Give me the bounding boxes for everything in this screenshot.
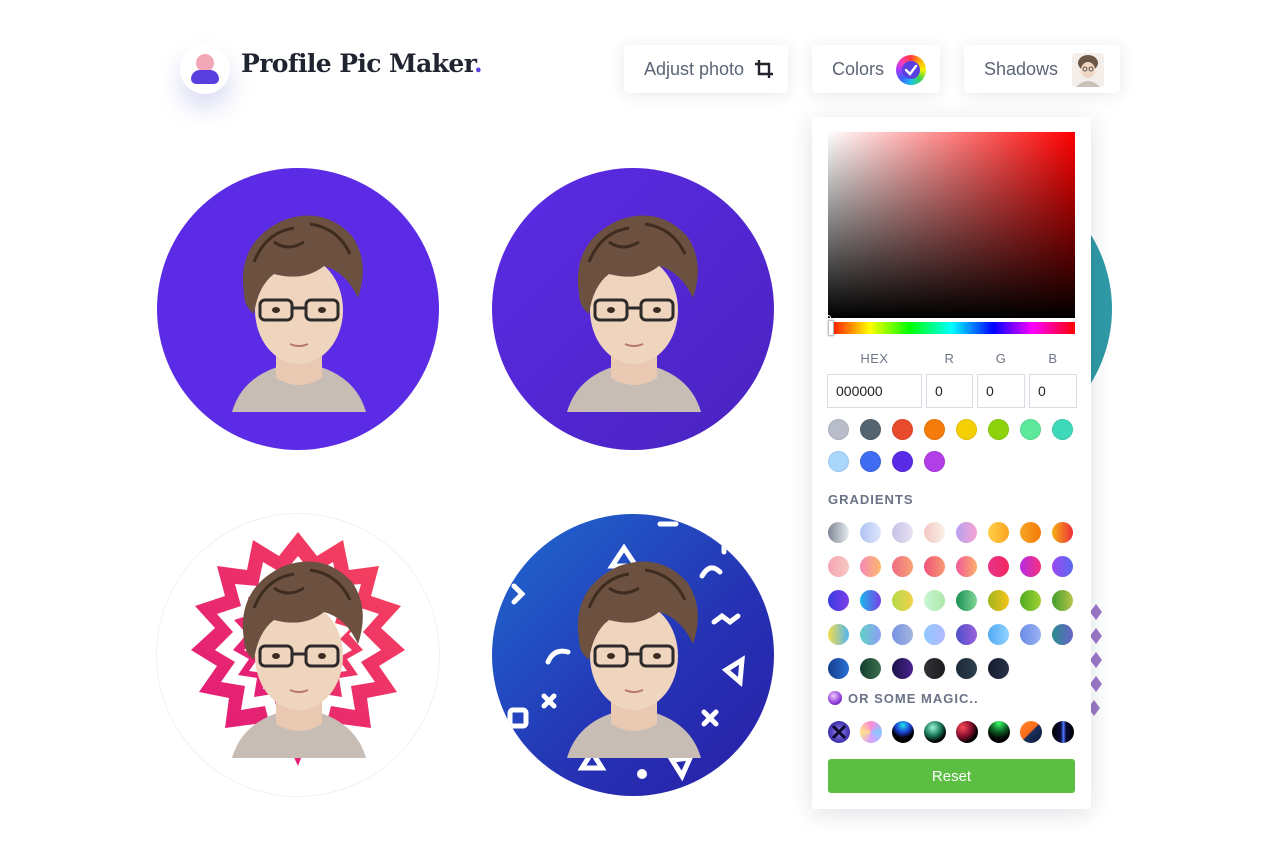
gradient-swatch[interactable]	[828, 522, 849, 543]
magic-heading: OR SOME MAGIC..	[828, 691, 979, 706]
gradient-swatch[interactable]	[1020, 522, 1041, 543]
color-swatch[interactable]	[1052, 419, 1073, 440]
g-label: G	[995, 351, 1007, 366]
avatar-preview-purple-gradient[interactable]	[492, 168, 774, 450]
magic-swatch-6[interactable]	[988, 721, 1010, 743]
portrait-illustration	[567, 561, 701, 758]
logo-body	[191, 70, 219, 84]
saturation-picker[interactable]	[825, 132, 1075, 321]
colors-label: Colors	[832, 58, 885, 79]
gradient-swatch[interactable]	[828, 624, 849, 645]
gradient-swatch[interactable]	[1020, 624, 1041, 645]
gradient-swatch[interactable]	[860, 556, 881, 577]
hex-label: HEX	[860, 351, 889, 366]
gradient-swatch[interactable]	[1052, 522, 1073, 543]
gradient-swatch[interactable]	[988, 658, 1009, 679]
color-swatch[interactable]	[924, 451, 945, 472]
r-label: R	[944, 351, 955, 366]
crop-icon	[755, 60, 773, 78]
adjust-photo-button[interactable]: Adjust photo	[624, 45, 788, 93]
gradient-swatch[interactable]	[988, 522, 1009, 543]
gradient-swatch[interactable]	[924, 522, 945, 543]
gradient-swatch[interactable]	[860, 590, 881, 611]
shadows-button[interactable]: Shadows	[964, 45, 1120, 93]
gradient-swatch[interactable]	[924, 624, 945, 645]
gradient-swatch[interactable]	[892, 522, 913, 543]
magic-swatch-1[interactable]	[828, 721, 850, 743]
gradient-swatch[interactable]	[1020, 590, 1041, 611]
avatar-preview-starburst[interactable]	[157, 514, 439, 796]
gradient-swatch[interactable]	[892, 590, 913, 611]
gradient-swatch[interactable]	[924, 556, 945, 577]
color-swatch[interactable]	[892, 419, 913, 440]
magic-swatch-3[interactable]	[892, 721, 914, 743]
portrait-illustration	[232, 561, 366, 758]
color-wheel-icon	[896, 55, 926, 85]
magic-swatch-4[interactable]	[924, 721, 946, 743]
hue-slider[interactable]	[828, 320, 1075, 336]
color-swatch[interactable]	[924, 419, 945, 440]
magic-swatch-2[interactable]	[860, 721, 882, 743]
portrait-illustration	[567, 215, 701, 412]
magic-swatch-8[interactable]	[1052, 721, 1074, 743]
color-swatch[interactable]	[988, 419, 1009, 440]
gradient-swatch[interactable]	[1020, 556, 1041, 577]
color-swatch[interactable]	[956, 419, 977, 440]
magic-swatch-7[interactable]	[1020, 721, 1042, 743]
color-swatch[interactable]	[828, 451, 849, 472]
portrait-illustration	[232, 215, 366, 412]
color-swatch[interactable]	[860, 451, 881, 472]
color-picker-panel: HEX R G B GRADIENTS OR SOME MAGIC.. Rese…	[812, 117, 1091, 809]
gradient-swatch[interactable]	[892, 556, 913, 577]
app-logo	[180, 44, 230, 94]
brand-dot: .	[474, 49, 483, 78]
brand-title: Profile Pic Maker.	[241, 49, 483, 78]
gradient-swatch[interactable]	[956, 624, 977, 645]
gradient-swatch[interactable]	[956, 658, 977, 679]
gradient-swatch[interactable]	[860, 624, 881, 645]
gradient-swatch[interactable]	[1052, 556, 1073, 577]
shadow-thumbnail-icon	[1072, 53, 1104, 87]
gradient-swatch[interactable]	[956, 522, 977, 543]
gradient-swatch[interactable]	[924, 658, 945, 679]
adjust-photo-label: Adjust photo	[644, 58, 745, 79]
gradient-swatch[interactable]	[1052, 590, 1073, 611]
shadows-label: Shadows	[984, 58, 1059, 79]
avatar-preview-memphis[interactable]	[492, 514, 774, 796]
g-input[interactable]	[977, 374, 1025, 408]
hue-slider-handle[interactable]	[828, 320, 834, 336]
gradient-swatch[interactable]	[860, 658, 881, 679]
gradient-swatch[interactable]	[988, 590, 1009, 611]
color-swatch[interactable]	[1020, 419, 1041, 440]
hex-input[interactable]	[827, 374, 922, 408]
avatar-preview-purple[interactable]	[157, 168, 439, 450]
gradient-swatch[interactable]	[860, 522, 881, 543]
crystal-ball-icon	[828, 691, 842, 705]
r-input[interactable]	[926, 374, 973, 408]
gradient-swatch[interactable]	[956, 556, 977, 577]
b-input[interactable]	[1029, 374, 1077, 408]
gradient-swatch[interactable]	[892, 624, 913, 645]
color-swatch[interactable]	[860, 419, 881, 440]
color-swatch[interactable]	[828, 419, 849, 440]
gradient-swatch[interactable]	[924, 590, 945, 611]
colors-button[interactable]: Colors	[812, 45, 940, 93]
b-label: B	[1048, 351, 1058, 366]
gradient-swatch[interactable]	[828, 556, 849, 577]
brand-name: Profile Pic Maker	[241, 49, 475, 78]
gradients-heading: GRADIENTS	[828, 492, 914, 507]
gradient-swatch[interactable]	[828, 590, 849, 611]
gradient-swatch[interactable]	[892, 658, 913, 679]
gradient-swatch[interactable]	[1052, 624, 1073, 645]
gradient-swatch[interactable]	[828, 658, 849, 679]
magic-label: OR SOME MAGIC..	[848, 691, 979, 706]
gradient-swatch[interactable]	[956, 590, 977, 611]
magic-swatch-5[interactable]	[956, 721, 978, 743]
color-swatch[interactable]	[892, 451, 913, 472]
reset-button[interactable]: Reset	[828, 759, 1075, 793]
gradient-swatch[interactable]	[988, 556, 1009, 577]
gradient-swatch[interactable]	[988, 624, 1009, 645]
